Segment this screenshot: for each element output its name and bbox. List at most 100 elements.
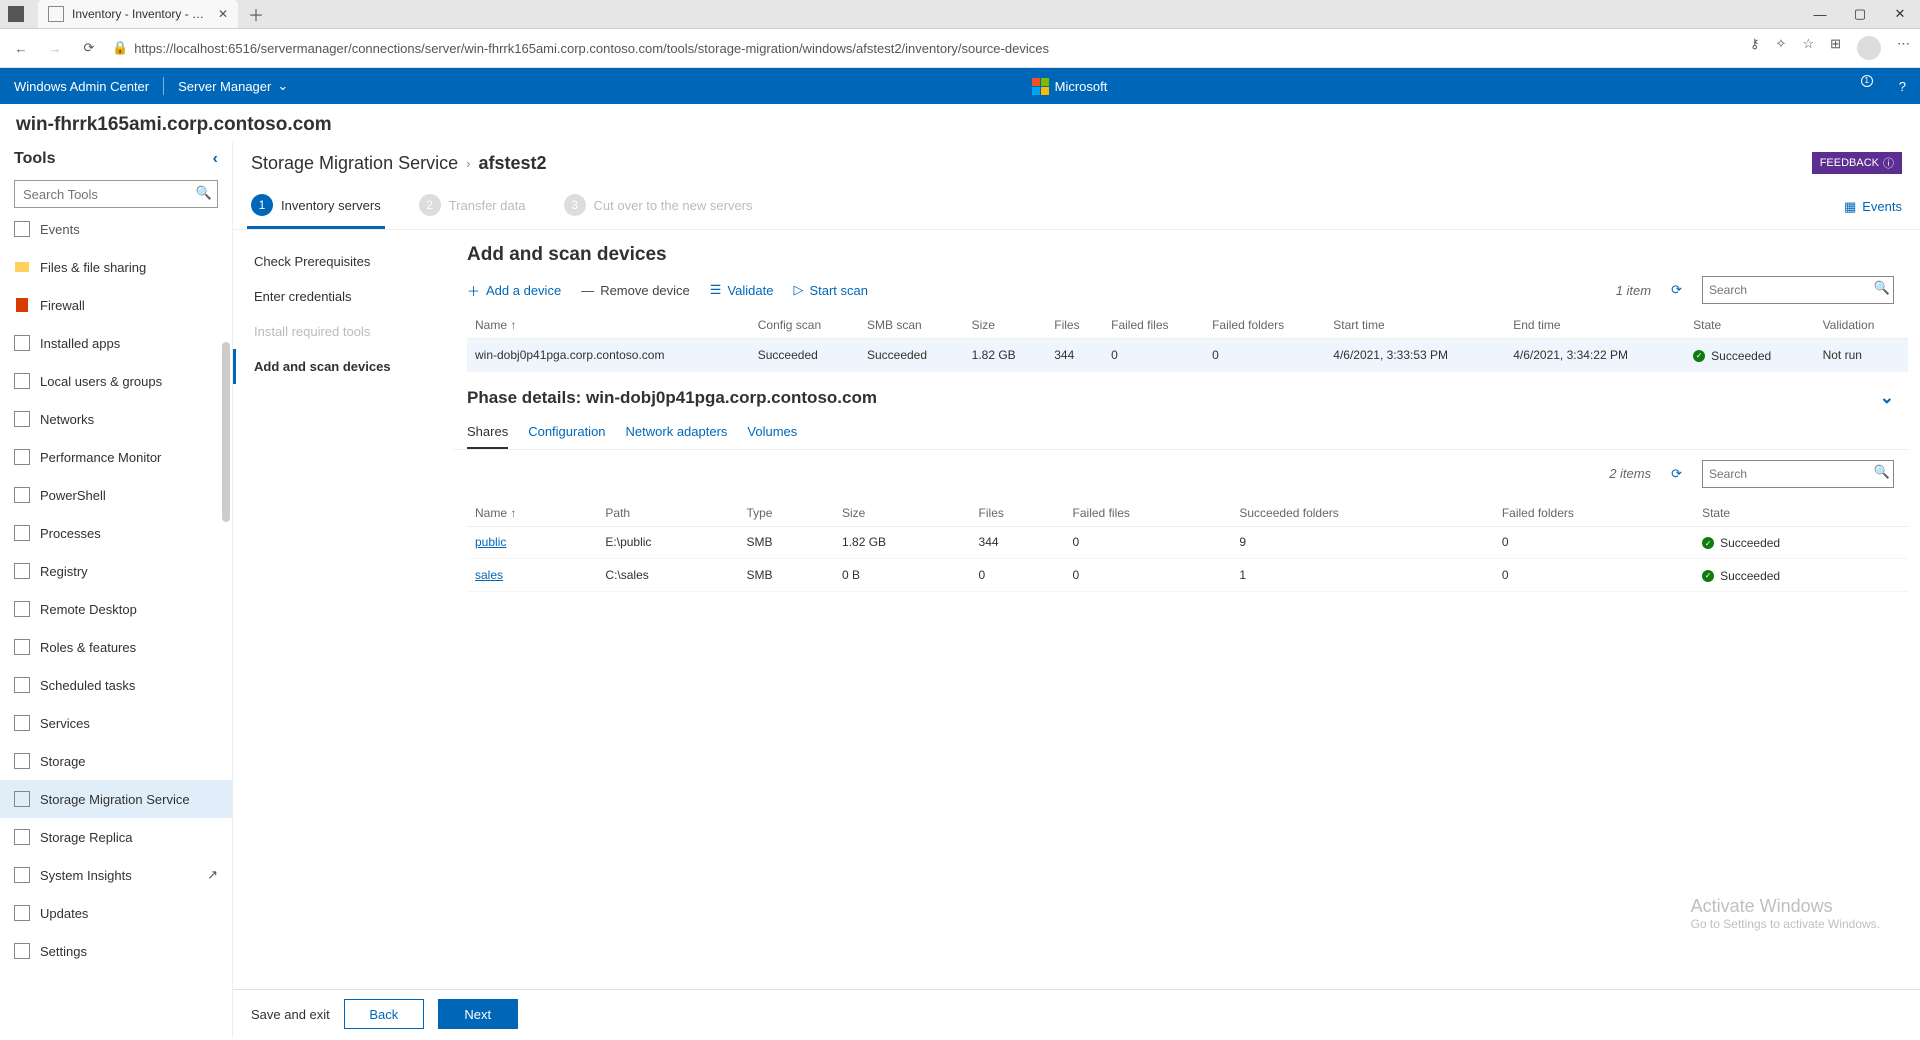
sidebar-item-storage[interactable]: Storage <box>0 742 232 780</box>
column-header[interactable]: Path <box>597 500 738 527</box>
next-button[interactable]: Next <box>438 999 518 1029</box>
column-header[interactable]: Failed files <box>1065 500 1232 527</box>
sidebar-item-roles-features[interactable]: Roles & features <box>0 628 232 666</box>
validate-button[interactable]: ☰Validate <box>710 282 774 298</box>
add-device-button[interactable]: ＋Add a device <box>467 281 561 300</box>
sidebar-item-label: Installed apps <box>40 336 120 351</box>
tab-volumes[interactable]: Volumes <box>747 416 797 449</box>
sidebar-item-updates[interactable]: Updates <box>0 894 232 932</box>
sidebar-item-processes[interactable]: Processes <box>0 514 232 552</box>
column-header[interactable]: Failed folders <box>1494 500 1694 527</box>
context-dropdown[interactable]: Server Manager ⌄ <box>178 78 288 94</box>
close-window-button[interactable]: ✕ <box>1880 0 1920 28</box>
column-header[interactable]: End time <box>1505 312 1685 339</box>
tools-search-input[interactable] <box>14 180 218 208</box>
sidebar-item-storage-replica[interactable]: Storage Replica <box>0 818 232 856</box>
maximize-button[interactable]: ▢ <box>1840 0 1880 28</box>
tab-network-adapters[interactable]: Network adapters <box>626 416 728 449</box>
sidebar-item-label: Networks <box>40 412 94 427</box>
sidebar-item-performance-monitor[interactable]: Performance Monitor <box>0 438 232 476</box>
search-icon[interactable]: 🔍 <box>196 185 212 201</box>
column-header[interactable]: Start time <box>1325 312 1505 339</box>
share-search-input[interactable] <box>1702 460 1894 488</box>
search-icon[interactable]: 🔍 <box>1874 464 1890 480</box>
browser-tab[interactable]: Inventory - Inventory - Job deta ✕ <box>38 0 238 28</box>
sidebar-item-events[interactable]: Events <box>0 216 232 248</box>
back-button[interactable]: Back <box>344 999 424 1029</box>
divider <box>163 77 164 95</box>
feedback-button[interactable]: FEEDBACK ⓘ <box>1812 152 1902 174</box>
sidebar-item-system-insights[interactable]: System Insights↗ <box>0 856 232 894</box>
scrollbar-thumb[interactable] <box>222 342 230 522</box>
table-row[interactable]: salesC:\salesSMB0 B0010✓Succeeded <box>467 559 1908 592</box>
sidebar-item-services[interactable]: Services <box>0 704 232 742</box>
sidebar-item-files-file-sharing[interactable]: Files & file sharing <box>0 248 232 286</box>
sidebar-item-settings[interactable]: Settings <box>0 932 232 970</box>
column-header[interactable]: Files <box>971 500 1065 527</box>
collections-icon[interactable]: ⊞ <box>1830 36 1841 60</box>
sidebar-item-installed-apps[interactable]: Installed apps <box>0 324 232 362</box>
collapse-phase-icon[interactable]: ⌄ <box>1880 388 1894 408</box>
substep-check-prerequisites[interactable]: Check Prerequisites <box>233 244 453 279</box>
favorites-icon[interactable]: ☆ <box>1802 36 1814 60</box>
column-header[interactable]: Size <box>964 312 1047 339</box>
wizard-step-3[interactable]: 3Cut over to the new servers <box>560 184 757 229</box>
remove-device-button[interactable]: —Remove device <box>581 283 690 298</box>
forward-button[interactable]: → <box>44 41 66 56</box>
profile-avatar[interactable] <box>1857 36 1881 60</box>
share-link[interactable]: sales <box>475 568 503 582</box>
more-icon[interactable]: ⋯ <box>1897 36 1910 60</box>
column-header[interactable]: Files <box>1046 312 1103 339</box>
tab-configuration[interactable]: Configuration <box>528 416 605 449</box>
new-tab-button[interactable]: ＋ <box>248 2 264 26</box>
column-header[interactable]: Config scan <box>750 312 859 339</box>
refresh-devices-icon[interactable]: ⟳ <box>1671 282 1682 298</box>
collapse-sidebar-icon[interactable]: ‹ <box>213 150 218 168</box>
tools-list[interactable]: EventsFiles & file sharingFirewall Instal… <box>0 216 232 1038</box>
sidebar-item-powershell[interactable]: PowerShell <box>0 476 232 514</box>
share-link[interactable]: public <box>475 535 506 549</box>
sidebar-item-networks[interactable]: Networks <box>0 400 232 438</box>
column-header[interactable]: Failed folders <box>1204 312 1325 339</box>
help-icon[interactable]: ? <box>1899 79 1906 94</box>
column-header[interactable]: Failed files <box>1103 312 1204 339</box>
column-header[interactable]: State <box>1694 500 1908 527</box>
column-header[interactable]: Validation <box>1815 312 1908 339</box>
browser-toolbar: ← → ⟳ 🔒 https://localhost:6516/serverman… <box>0 29 1920 68</box>
sidebar-item-registry[interactable]: Registry <box>0 552 232 590</box>
sidebar-item-firewall[interactable]: Firewall <box>0 286 232 324</box>
column-header[interactable]: Type <box>738 500 834 527</box>
address-bar[interactable]: 🔒 https://localhost:6516/servermanager/c… <box>112 40 1738 56</box>
column-header[interactable]: Size <box>834 500 971 527</box>
minimize-button[interactable]: — <box>1800 0 1840 28</box>
refresh-button[interactable]: ⟳ <box>78 40 100 56</box>
column-header[interactable]: Succeeded folders <box>1231 500 1493 527</box>
column-header[interactable]: Name ↑ <box>467 312 750 339</box>
sidebar-item-scheduled-tasks[interactable]: Scheduled tasks <box>0 666 232 704</box>
key-icon[interactable]: ⚷ <box>1750 36 1760 60</box>
column-header[interactable]: SMB scan <box>859 312 964 339</box>
sidebar-item-storage-migration-service[interactable]: Storage Migration Service <box>0 780 232 818</box>
column-header[interactable]: Name ↑ <box>467 500 597 527</box>
substep-enter-credentials[interactable]: Enter credentials <box>233 279 453 314</box>
column-header[interactable]: State <box>1685 312 1814 339</box>
wizard-step-1[interactable]: 1Inventory servers <box>247 184 385 229</box>
substep-add-and-scan-devices[interactable]: Add and scan devices <box>233 349 453 384</box>
search-icon[interactable]: 🔍 <box>1874 280 1890 296</box>
wizard-step-2[interactable]: 2Transfer data <box>415 184 530 229</box>
refresh-shares-icon[interactable]: ⟳ <box>1671 466 1682 482</box>
sidebar-item-remote-desktop[interactable]: Remote Desktop <box>0 590 232 628</box>
table-row[interactable]: win-dobj0p41pga.corp.contoso.comSucceede… <box>467 339 1908 372</box>
device-search-input[interactable] <box>1702 276 1894 304</box>
back-button[interactable]: ← <box>10 41 32 56</box>
save-exit-button[interactable]: Save and exit <box>251 1007 330 1022</box>
start-scan-button[interactable]: ▷Start scan <box>793 282 868 298</box>
reader-icon[interactable]: ✧ <box>1776 36 1787 60</box>
close-tab-icon[interactable]: ✕ <box>218 7 228 21</box>
events-button[interactable]: ▦ Events <box>1840 189 1906 225</box>
table-row[interactable]: publicE:\publicSMB1.82 GB344090✓Succeede… <box>467 526 1908 559</box>
sidebar-item-local-users-groups[interactable]: Local users & groups <box>0 362 232 400</box>
server-name-heading: win-fhrrk165ami.corp.contoso.com <box>0 104 1920 142</box>
breadcrumb-service[interactable]: Storage Migration Service <box>251 153 458 174</box>
tab-shares[interactable]: Shares <box>467 416 508 449</box>
